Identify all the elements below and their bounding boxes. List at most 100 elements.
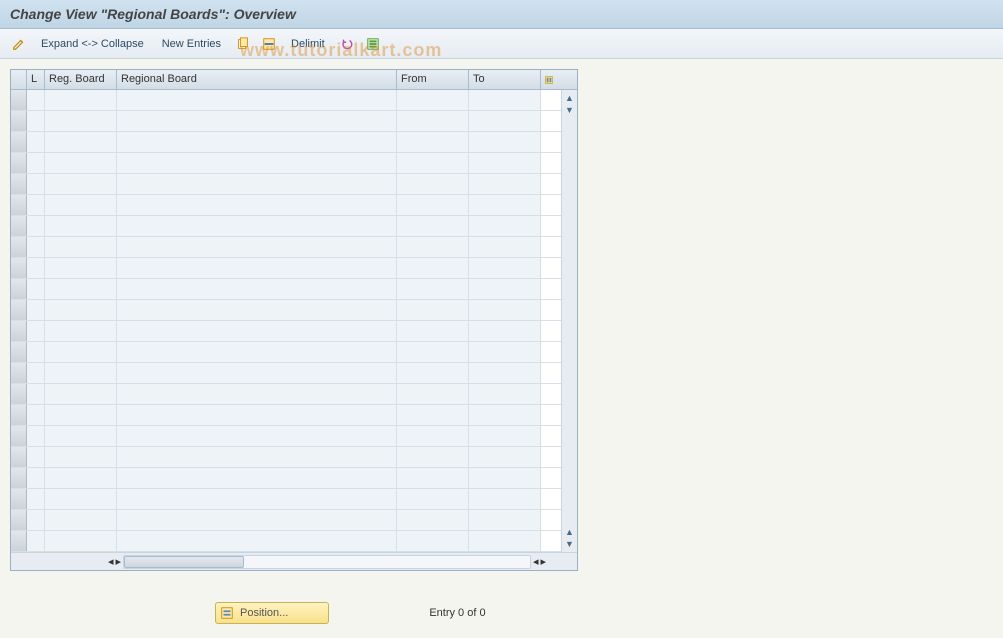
cell-from[interactable]	[397, 468, 469, 488]
cell-to[interactable]	[469, 132, 541, 152]
cell-regboard[interactable]	[45, 111, 117, 131]
cell-l[interactable]	[27, 90, 45, 110]
cell-regionalboard[interactable]	[117, 237, 397, 257]
scroll-down2-icon[interactable]: ▼	[564, 538, 576, 550]
table-row[interactable]	[11, 384, 561, 405]
cell-from[interactable]	[397, 195, 469, 215]
cell-l[interactable]	[27, 510, 45, 530]
row-selector[interactable]	[11, 489, 27, 509]
cell-regboard[interactable]	[45, 363, 117, 383]
cell-from[interactable]	[397, 321, 469, 341]
cell-l[interactable]	[27, 279, 45, 299]
cell-regboard[interactable]	[45, 468, 117, 488]
table-row[interactable]	[11, 153, 561, 174]
cell-regionalboard[interactable]	[117, 489, 397, 509]
row-selector[interactable]	[11, 237, 27, 257]
table-row[interactable]	[11, 258, 561, 279]
row-selector[interactable]	[11, 153, 27, 173]
cell-from[interactable]	[397, 384, 469, 404]
cell-regboard[interactable]	[45, 195, 117, 215]
cell-to[interactable]	[469, 111, 541, 131]
cell-from[interactable]	[397, 342, 469, 362]
cell-from[interactable]	[397, 279, 469, 299]
row-selector[interactable]	[11, 510, 27, 530]
cell-regboard[interactable]	[45, 153, 117, 173]
row-selector[interactable]	[11, 447, 27, 467]
cell-from[interactable]	[397, 111, 469, 131]
row-selector[interactable]	[11, 216, 27, 236]
vertical-scrollbar[interactable]: ▲ ▼ ▲ ▼	[561, 90, 577, 552]
table-row[interactable]	[11, 321, 561, 342]
table-row[interactable]	[11, 510, 561, 531]
cell-regboard[interactable]	[45, 258, 117, 278]
cell-regionalboard[interactable]	[117, 90, 397, 110]
cell-regionalboard[interactable]	[117, 279, 397, 299]
table-config-icon[interactable]	[541, 70, 557, 89]
cell-from[interactable]	[397, 174, 469, 194]
cell-to[interactable]	[469, 153, 541, 173]
row-selector[interactable]	[11, 111, 27, 131]
table-row[interactable]	[11, 132, 561, 153]
delete-icon[interactable]	[258, 34, 280, 54]
table-row[interactable]	[11, 279, 561, 300]
cell-regionalboard[interactable]	[117, 447, 397, 467]
scroll-down-icon[interactable]: ▼	[564, 104, 576, 116]
cell-regboard[interactable]	[45, 132, 117, 152]
table-row[interactable]	[11, 216, 561, 237]
cell-l[interactable]	[27, 216, 45, 236]
hscroll-track[interactable]	[123, 555, 531, 569]
cell-regionalboard[interactable]	[117, 405, 397, 425]
row-selector[interactable]	[11, 384, 27, 404]
cell-regboard[interactable]	[45, 174, 117, 194]
cell-regionalboard[interactable]	[117, 132, 397, 152]
table-row[interactable]	[11, 90, 561, 111]
table-row[interactable]	[11, 426, 561, 447]
cell-to[interactable]	[469, 510, 541, 530]
cell-regionalboard[interactable]	[117, 195, 397, 215]
cell-regionalboard[interactable]	[117, 342, 397, 362]
table-row[interactable]	[11, 111, 561, 132]
cell-regionalboard[interactable]	[117, 153, 397, 173]
cell-regboard[interactable]	[45, 510, 117, 530]
cell-regionalboard[interactable]	[117, 174, 397, 194]
delimit-button[interactable]: Delimit	[284, 34, 332, 54]
cell-l[interactable]	[27, 405, 45, 425]
cell-l[interactable]	[27, 384, 45, 404]
undo-icon[interactable]	[336, 34, 358, 54]
scroll-right-icon[interactable]: ◂	[533, 555, 539, 568]
cell-to[interactable]	[469, 195, 541, 215]
cell-l[interactable]	[27, 174, 45, 194]
cell-l[interactable]	[27, 489, 45, 509]
cell-from[interactable]	[397, 153, 469, 173]
table-row[interactable]	[11, 531, 561, 552]
cell-l[interactable]	[27, 426, 45, 446]
scroll-left-icon[interactable]: ▸	[115, 555, 121, 568]
row-selector[interactable]	[11, 468, 27, 488]
cell-to[interactable]	[469, 321, 541, 341]
cell-regionalboard[interactable]	[117, 426, 397, 446]
cell-to[interactable]	[469, 363, 541, 383]
cell-regboard[interactable]	[45, 237, 117, 257]
row-selector[interactable]	[11, 279, 27, 299]
table-row[interactable]	[11, 447, 561, 468]
row-selector[interactable]	[11, 342, 27, 362]
cell-l[interactable]	[27, 321, 45, 341]
cell-from[interactable]	[397, 216, 469, 236]
table-row[interactable]	[11, 342, 561, 363]
cell-l[interactable]	[27, 447, 45, 467]
cell-regionalboard[interactable]	[117, 300, 397, 320]
cell-l[interactable]	[27, 300, 45, 320]
cell-l[interactable]	[27, 132, 45, 152]
row-selector[interactable]	[11, 363, 27, 383]
cell-to[interactable]	[469, 258, 541, 278]
cell-regboard[interactable]	[45, 489, 117, 509]
cell-regionalboard[interactable]	[117, 384, 397, 404]
cell-regionalboard[interactable]	[117, 468, 397, 488]
row-selector[interactable]	[11, 531, 27, 551]
table-row[interactable]	[11, 237, 561, 258]
cell-regboard[interactable]	[45, 405, 117, 425]
row-selector[interactable]	[11, 321, 27, 341]
cell-regboard[interactable]	[45, 321, 117, 341]
cell-to[interactable]	[469, 405, 541, 425]
cell-to[interactable]	[469, 531, 541, 551]
